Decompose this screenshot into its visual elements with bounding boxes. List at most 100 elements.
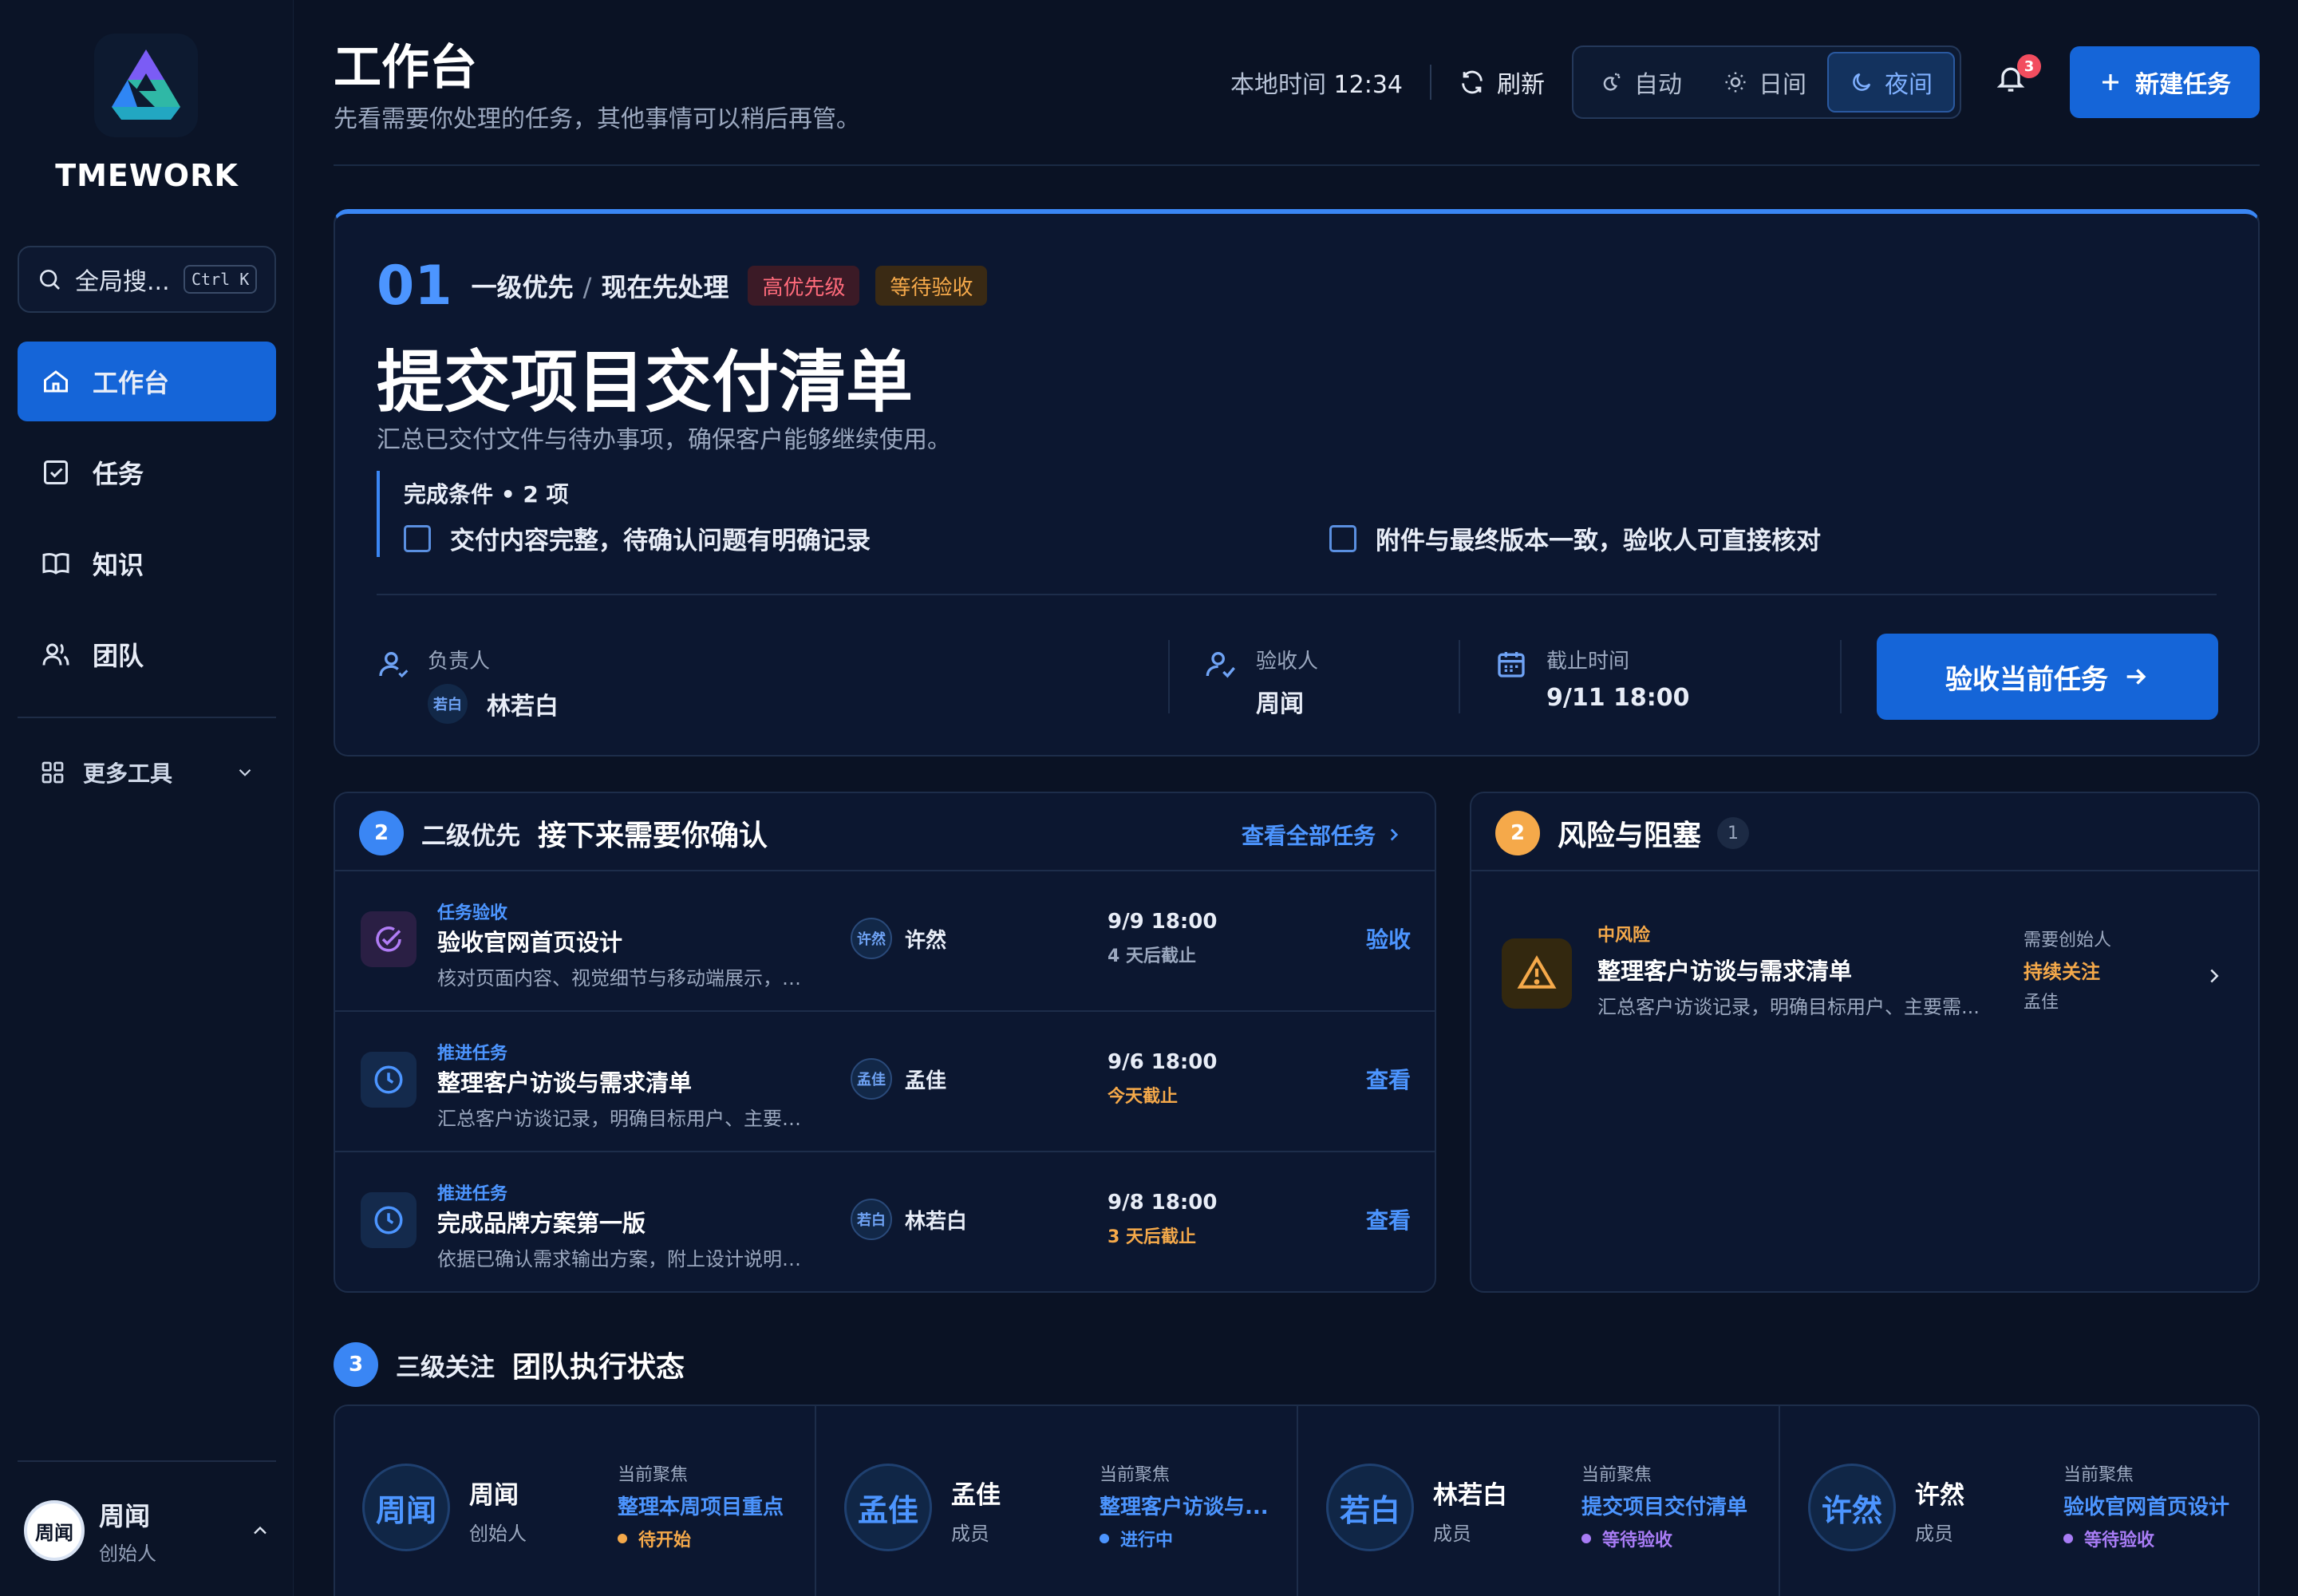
status-dot: [618, 1534, 627, 1543]
task-description: 汇总客户访谈记录，明确目标用户、主要需求...: [437, 1108, 812, 1130]
avatar: 许然: [1808, 1464, 1896, 1551]
section-title: 团队执行状态: [512, 1351, 685, 1384]
users-icon: [42, 643, 69, 666]
notifications-button[interactable]: 3: [1995, 54, 2041, 102]
more-tools-label: 更多工具: [83, 760, 173, 787]
owner-meta: 负责人 若白 林若白: [377, 645, 559, 724]
theme-auto-button[interactable]: 自动: [1578, 52, 1703, 113]
sidebar-divider: [18, 717, 276, 718]
task-title: 完成品牌方案第一版: [437, 1210, 646, 1237]
theme-day-button[interactable]: 日间: [1703, 52, 1827, 113]
condition-item[interactable]: 附件与最终版本一致，验收人可直接核对: [1329, 520, 1821, 556]
deadline-label: 截止时间: [1546, 650, 1630, 674]
task-owner: 孟佳 孟佳: [851, 1058, 946, 1100]
table-row[interactable]: 推进任务 整理客户访谈与需求清单 汇总客户访谈记录，明确目标用户、主要需求...…: [335, 1012, 1435, 1152]
deadline-value: 9/11 18:00: [1546, 684, 1690, 712]
task-deadline: 9/9 18:00: [1108, 910, 1218, 934]
warning-icon: [1517, 955, 1557, 989]
task-type: 推进任务: [437, 1184, 508, 1204]
new-task-label: 新建任务: [2135, 71, 2231, 99]
user-icon: [379, 652, 409, 678]
team-member[interactable]: 若白 林若白 成员 当前聚焦 提交项目交付清单 等待验收: [1299, 1406, 1780, 1596]
status-dot: [1581, 1534, 1591, 1543]
user-menu[interactable]: 周闻 周闻 创始人: [24, 1492, 271, 1569]
table-row[interactable]: 任务验收 验收官网首页设计 核对页面内容、视觉细节与移动端展示，提交... 许然…: [335, 871, 1435, 1012]
see-all-label: 查看全部任务: [1241, 823, 1376, 849]
sidebar-item-workbench[interactable]: 工作台: [18, 342, 276, 421]
team-member[interactable]: 许然 许然 成员 当前聚焦 验收官网首页设计 等待验收: [1781, 1406, 2262, 1596]
view-link[interactable]: 查看: [1366, 1203, 1411, 1235]
sidebar: TMEWORK 全局搜... Ctrl K 工作台 任务 知识 团队 更多工具 …: [0, 0, 294, 1596]
page-subtitle: 先看需要你处理的任务，其他事情可以稍后再管。: [334, 105, 860, 133]
home-icon: [44, 370, 68, 393]
breadcrumb-context: 现在先处理: [601, 272, 729, 302]
avatar: 若白: [1326, 1464, 1414, 1551]
section-priority: 二级优先: [421, 821, 520, 851]
focus-label: 当前聚焦: [1581, 1465, 1652, 1485]
sidebar-item-knowledge[interactable]: 知识: [18, 523, 276, 603]
refresh-icon: [1462, 70, 1483, 94]
header-actions: 本地时间 12:34 刷新 自动 日间 夜间 3 新建任务: [1230, 45, 2260, 119]
global-search[interactable]: 全局搜... Ctrl K: [18, 246, 276, 313]
task-title: 提交项目交付清单: [377, 343, 914, 421]
new-task-button[interactable]: 新建任务: [2070, 46, 2260, 118]
user-role: 创始人: [99, 1542, 156, 1565]
theme-night-label: 夜间: [1885, 71, 1933, 99]
member-state: 等待验收: [2063, 1526, 2154, 1551]
task-owner: 许然 许然: [851, 918, 946, 959]
sidebar-item-team[interactable]: 团队: [18, 614, 276, 694]
section-header: 2 二级优先 接下来需要你确认: [359, 809, 768, 857]
table-row[interactable]: 推进任务 完成品牌方案第一版 依据已确认需求输出方案，附上设计说明供团... 若…: [335, 1152, 1435, 1293]
warning-icon-box: [1502, 938, 1572, 1009]
condition-label: 附件与最终版本一致，验收人可直接核对: [1376, 527, 1821, 555]
sidebar-divider: [18, 1460, 276, 1462]
checkbox-icon: [44, 460, 68, 484]
theme-night-button[interactable]: 夜间: [1827, 52, 1955, 113]
risk-card: 2 风险与阻塞 1 中风险 整理客户访谈与需求清单 汇总客户访谈记录，明确目标用…: [1470, 792, 2260, 1293]
member-focus[interactable]: 提交项目交付清单: [1581, 1491, 1767, 1520]
conditions-title: 完成条件 • 2 项: [404, 481, 569, 508]
avatar: 周闻: [362, 1464, 450, 1551]
confirm-tasks-card: 2 二级优先 接下来需要你确认 查看全部任务 任务验收 验收官网首页设计 核对页…: [334, 792, 1436, 1293]
sidebar-item-tasks[interactable]: 任务: [18, 433, 276, 512]
condition-checkbox[interactable]: [1329, 524, 1356, 552]
focus-label: 当前聚焦: [1100, 1465, 1171, 1485]
view-link[interactable]: 查看: [1366, 1063, 1411, 1095]
condition-item[interactable]: 交付内容完整，待确认问题有明确记录: [404, 520, 871, 556]
team-member[interactable]: 周闻 周闻 创始人 当前聚焦 整理本周项目重点 待开始: [335, 1406, 816, 1596]
accept-task-button[interactable]: 验收当前任务: [1877, 634, 2218, 720]
risk-item[interactable]: 中风险 整理客户访谈与需求清单 汇总客户访谈记录，明确目标用户、主要需... 需…: [1471, 873, 2258, 1065]
focus-label: 当前聚焦: [618, 1465, 689, 1485]
avatar: 若白: [851, 1199, 892, 1240]
search-icon: [40, 270, 60, 290]
search-placeholder: 全局搜...: [75, 268, 170, 296]
more-tools-toggle[interactable]: 更多工具: [40, 753, 255, 792]
local-time-value: 12:34: [1333, 71, 1403, 99]
status-badge-awaiting-review: 等待验收: [875, 266, 988, 306]
refresh-button[interactable]: 刷新: [1459, 65, 1545, 100]
condition-checkbox[interactable]: [404, 524, 431, 552]
member-focus[interactable]: 整理客户访谈与...: [1100, 1491, 1285, 1520]
section-number-badge: 2: [1495, 811, 1540, 855]
meta-divider: [1840, 640, 1842, 713]
member-focus[interactable]: 整理本周项目重点: [618, 1491, 803, 1520]
divider: [1471, 870, 2258, 871]
breadcrumb-separator: /: [582, 272, 592, 302]
avatar: 许然: [851, 918, 892, 959]
member-name: 许然: [1915, 1481, 1964, 1510]
member-state: 待开始: [618, 1526, 691, 1551]
member-name: 周闻: [469, 1481, 519, 1510]
clock-icon: [374, 1206, 403, 1235]
team-member[interactable]: 孟佳 孟佳 成员 当前聚焦 整理客户访谈与... 进行中: [817, 1406, 1298, 1596]
avatar: 孟佳: [851, 1058, 892, 1100]
member-focus[interactable]: 验收官网首页设计: [2063, 1491, 2249, 1520]
status-dot: [2063, 1534, 2073, 1543]
theme-day-label: 日间: [1759, 71, 1806, 99]
avatar: 周闻: [24, 1500, 85, 1561]
task-type: 推进任务: [437, 1044, 508, 1064]
reviewer-icon: [1206, 652, 1235, 678]
task-due: 3 天后截止: [1108, 1227, 1196, 1247]
see-all-tasks-link[interactable]: 查看全部任务: [1242, 819, 1404, 851]
accept-link[interactable]: 验收: [1366, 922, 1411, 954]
owner-name: 林若白: [905, 1209, 968, 1234]
